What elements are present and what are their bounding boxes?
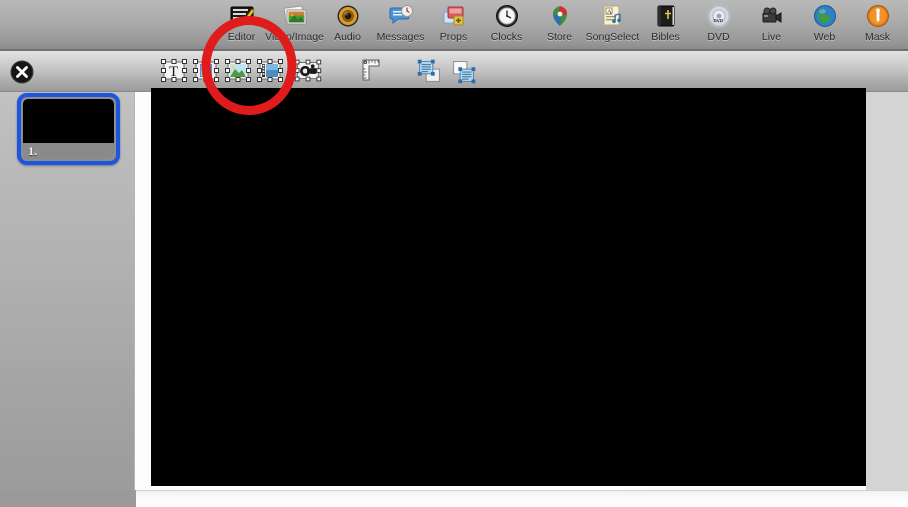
module-songselect[interactable]: A SongSelect [586, 0, 639, 49]
module-bar: Editor Video/Image Audio Messages Props … [0, 0, 908, 50]
module-store[interactable]: Store [533, 0, 586, 49]
close-icon[interactable] [10, 60, 34, 84]
arrange-tool-group [414, 50, 480, 92]
module-label: Messages [376, 31, 425, 43]
dvd-icon: DVD [705, 2, 733, 30]
video-image-icon [281, 2, 309, 30]
module-label: Mask [864, 31, 891, 43]
application-window: Editor Video/Image Audio Messages Props … [0, 0, 908, 507]
module-dvd[interactable]: DVD DVD [692, 0, 745, 49]
store-icon [546, 2, 574, 30]
slide-preview [23, 99, 114, 144]
slide-stage[interactable] [151, 88, 866, 486]
editor-toolbar: T [0, 50, 908, 92]
live-icon [758, 2, 786, 30]
module-live[interactable]: Live [745, 0, 798, 49]
module-label: Store [546, 31, 573, 43]
module-bibles[interactable]: Bibles [639, 0, 692, 49]
module-label: Audio [334, 31, 361, 43]
mask-icon [864, 2, 892, 30]
module-props[interactable]: Props [427, 0, 480, 49]
editor-icon [228, 2, 256, 30]
module-label: DVD [707, 31, 730, 43]
measure-tool-group [354, 50, 386, 92]
module-audio[interactable]: Audio [321, 0, 374, 49]
module-label: Bibles [651, 31, 680, 43]
slide-number: 1. [28, 144, 37, 158]
webcam-icon[interactable] [292, 55, 324, 87]
list-item[interactable]: 1. [17, 93, 120, 165]
module-label: Editor [227, 31, 256, 43]
bring-forward-icon[interactable] [414, 55, 446, 87]
module-label: Web [813, 31, 836, 43]
slide-list-sidebar[interactable]: 1. [0, 92, 135, 507]
module-label: Clocks [490, 31, 523, 43]
audio-icon [334, 2, 362, 30]
module-clocks[interactable]: Clocks [480, 0, 533, 49]
module-video-image[interactable]: Video/Image [265, 0, 324, 49]
props-icon [440, 2, 468, 30]
module-mask[interactable]: Mask [851, 0, 904, 49]
messages-icon [387, 2, 415, 30]
module-label: Props [439, 31, 468, 43]
module-web[interactable]: Web [798, 0, 851, 49]
status-strip [136, 490, 908, 507]
send-backward-icon[interactable] [448, 55, 480, 87]
web-icon [811, 2, 839, 30]
bibles-icon [652, 2, 680, 30]
clocks-icon [493, 2, 521, 30]
module-editor[interactable]: Editor [215, 0, 268, 49]
ruler-icon[interactable] [354, 55, 386, 87]
slide-thumbnail: 1. [23, 99, 114, 159]
module-label: Live [761, 31, 782, 43]
insert-tool-group: T [158, 50, 324, 92]
svg-text:A: A [607, 8, 612, 15]
module-messages[interactable]: Messages [374, 0, 427, 49]
module-label: SongSelect [585, 31, 640, 43]
shape-icon[interactable] [190, 55, 222, 87]
svg-text:DVD: DVD [713, 18, 723, 23]
image-icon[interactable] [222, 55, 254, 87]
text-box-icon[interactable]: T [158, 55, 190, 87]
module-label: Video/Image [265, 31, 324, 43]
sidebar-bottom-padding [0, 490, 136, 507]
video-icon[interactable] [254, 55, 286, 87]
songselect-icon: A [599, 2, 627, 30]
canvas-right-padding [866, 92, 908, 490]
